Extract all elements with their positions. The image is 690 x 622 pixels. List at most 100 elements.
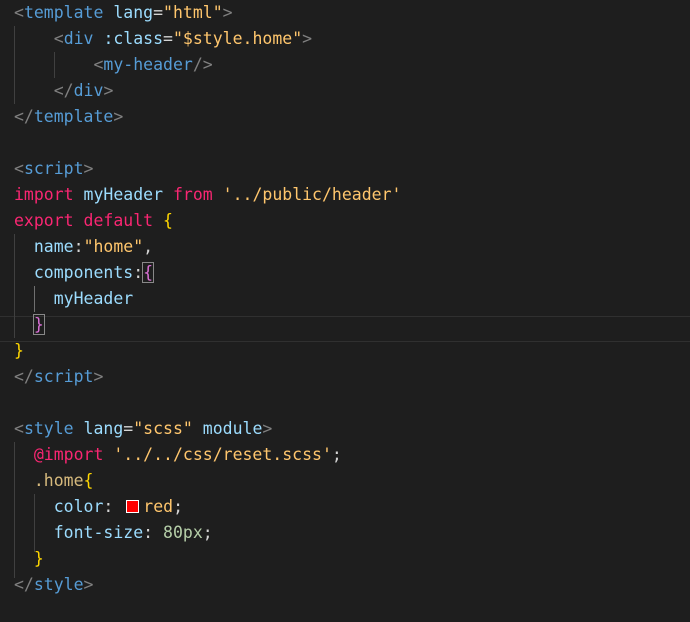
code-token: style xyxy=(33,575,84,594)
code-token: ; xyxy=(331,445,342,464)
code-line[interactable]: <template lang="html"> xyxy=(14,0,233,26)
code-token: script xyxy=(33,367,94,386)
code-token: name xyxy=(33,237,74,256)
code-token: red xyxy=(143,497,174,516)
code-token: template xyxy=(23,3,104,22)
code-token: div xyxy=(63,29,94,48)
code-token: components xyxy=(33,263,134,282)
code-line[interactable]: <script> xyxy=(14,156,93,182)
code-line[interactable]: export default { xyxy=(14,208,173,234)
code-line[interactable]: <my-header/> xyxy=(14,52,213,78)
code-token: < xyxy=(14,159,24,178)
code-token: .home xyxy=(33,471,84,490)
code-token: : xyxy=(73,237,84,256)
code-token: { xyxy=(142,262,155,283)
code-line[interactable]: </script> xyxy=(14,364,103,390)
code-line[interactable]: </template> xyxy=(14,104,123,130)
code-token: : xyxy=(133,263,144,282)
code-token: style xyxy=(23,419,74,438)
code-token: } xyxy=(33,549,44,568)
code-token: < xyxy=(14,3,24,22)
color-swatch-icon[interactable] xyxy=(126,499,140,513)
code-line[interactable]: } xyxy=(14,338,24,364)
code-line[interactable]: components:{ xyxy=(14,260,155,286)
code-editor[interactable]: <template lang="html"> <div :class="$sty… xyxy=(0,0,690,622)
code-token: my-header xyxy=(103,55,193,74)
code-token: import xyxy=(14,185,74,204)
code-line[interactable]: </style> xyxy=(14,572,93,598)
code-token: 80px xyxy=(163,523,203,542)
code-token: ; xyxy=(173,497,184,516)
code-token: template xyxy=(33,107,114,126)
code-token: > xyxy=(83,575,94,594)
current-line-highlight xyxy=(0,316,690,342)
code-line[interactable]: @import '../../css/reset.scss'; xyxy=(14,442,342,468)
code-token: default xyxy=(83,211,154,230)
code-token: : xyxy=(103,497,124,516)
code-token: > xyxy=(222,3,233,22)
code-token: export xyxy=(14,211,74,230)
code-token: </ xyxy=(14,107,34,126)
code-line[interactable]: color: red; xyxy=(14,494,183,520)
code-line[interactable]: name:"home", xyxy=(14,234,153,260)
code-token: lang xyxy=(113,3,154,22)
code-token: "html" xyxy=(163,3,223,22)
code-token: color xyxy=(53,497,104,516)
code-token: > xyxy=(113,107,124,126)
code-line[interactable]: myHeader xyxy=(14,286,133,312)
code-token: font-size xyxy=(53,523,144,542)
code-token: </ xyxy=(14,575,34,594)
code-token: </ xyxy=(53,81,74,100)
code-token: from xyxy=(172,185,213,204)
code-token: '../public/header' xyxy=(222,185,402,204)
code-token: { xyxy=(163,211,173,230)
code-token: script xyxy=(23,159,84,178)
code-token: : xyxy=(143,523,164,542)
code-token: "$style.home" xyxy=(172,29,303,48)
code-token: > xyxy=(302,29,313,48)
code-token: < xyxy=(93,55,104,74)
code-token: > xyxy=(103,81,114,100)
code-line[interactable]: <style lang="scss" module> xyxy=(14,416,272,442)
code-token: lang xyxy=(83,419,124,438)
code-token: ; xyxy=(202,523,213,542)
code-token: = xyxy=(153,3,164,22)
code-token: > xyxy=(262,419,273,438)
code-line[interactable]: font-size: 80px; xyxy=(14,520,213,546)
code-token: /> xyxy=(192,55,213,74)
code-line[interactable]: } xyxy=(14,312,45,338)
code-token: } xyxy=(14,341,24,360)
code-line[interactable]: </div> xyxy=(14,78,114,104)
code-token: div xyxy=(73,81,104,100)
code-token: { xyxy=(83,471,94,490)
code-line[interactable]: import myHeader from '../public/header' xyxy=(14,182,401,208)
code-token: < xyxy=(14,419,24,438)
code-token: myHeader xyxy=(83,185,164,204)
code-token: :class xyxy=(103,29,164,48)
code-line[interactable]: <div :class="$style.home"> xyxy=(14,26,312,52)
code-line[interactable]: } xyxy=(14,546,44,572)
code-token: = xyxy=(123,419,134,438)
code-token: > xyxy=(93,367,104,386)
code-token: , xyxy=(143,237,154,256)
code-line[interactable]: .home{ xyxy=(14,468,94,494)
